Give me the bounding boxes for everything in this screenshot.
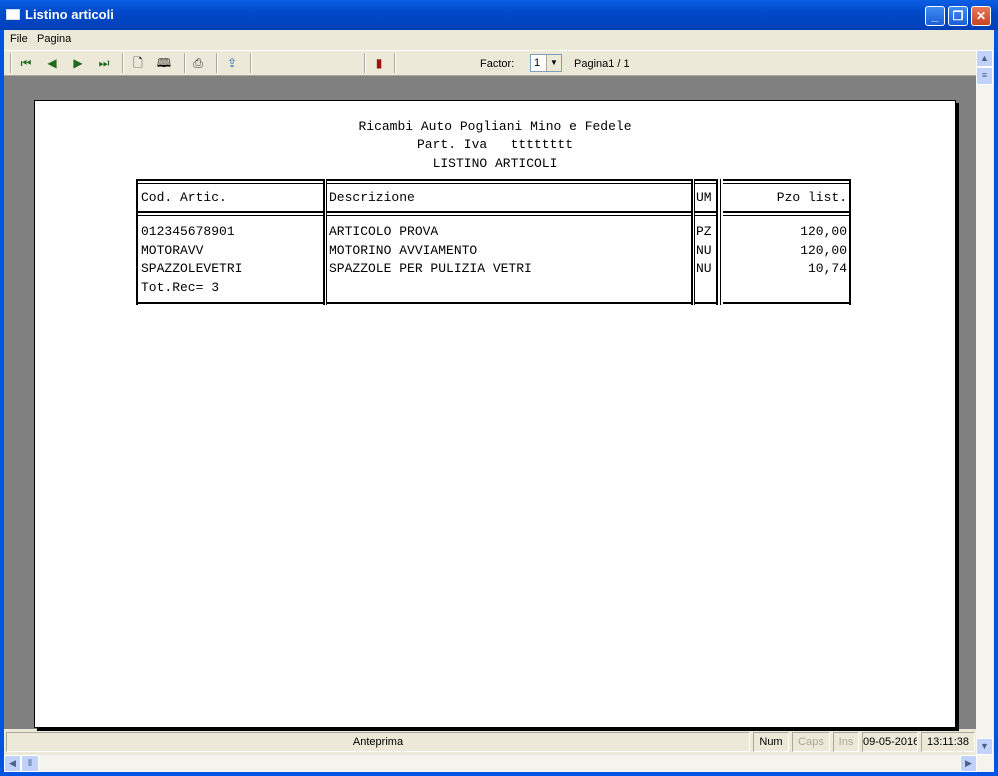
toolbar-grip [10, 53, 12, 73]
toolbar-separator [364, 53, 366, 73]
table-rule [327, 183, 691, 184]
menu-bar: File Pagina [4, 30, 994, 50]
cell-price: 120,00 [800, 224, 847, 239]
print-preview-area: Ricambi Auto Pogliani Mino e Fedele Part… [4, 76, 976, 729]
status-bar: Anteprima Num Caps Ins 09-05-2016 13:11:… [4, 729, 976, 755]
single-page-icon[interactable]: 🗋 [130, 55, 146, 71]
next-page-icon[interactable]: ▶ [70, 55, 86, 71]
scroll-right-icon[interactable]: ▶ [960, 755, 977, 772]
horizontal-scrollbar[interactable]: ◀ ⦀ ▶ [4, 755, 994, 772]
scroll-left-icon[interactable]: ◀ [4, 755, 21, 772]
table-rule [723, 179, 849, 181]
toolbar-separator [250, 53, 252, 73]
factor-value: 1 [534, 57, 541, 69]
cell-description: MOTORINO AVVIAMENTO [329, 243, 478, 258]
table-rule [720, 179, 721, 305]
scroll-down-icon[interactable]: ▼ [976, 738, 993, 755]
table-rule [326, 179, 327, 305]
cell-um: NU [696, 261, 712, 276]
print-icon[interactable]: ⎙ [190, 55, 206, 71]
report-page: Ricambi Auto Pogliani Mino e Fedele Part… [34, 100, 956, 728]
table-rule [138, 215, 323, 216]
two-pages-icon[interactable]: 🕮 [156, 55, 172, 71]
status-mode: Anteprima [6, 732, 750, 752]
window-title: Listino articoli [25, 7, 114, 22]
report-title: LISTINO ARTICOLI [432, 156, 558, 171]
scroll-thumb[interactable]: ≡ [976, 67, 993, 85]
column-header-code: Cod. Artic. [141, 190, 227, 205]
factor-label: Factor: [480, 58, 515, 70]
first-page-icon[interactable]: ⏮ [18, 55, 34, 71]
status-date: 09-05-2016 [862, 732, 918, 752]
export-icon[interactable]: ⇪ [224, 55, 240, 71]
table-rule [138, 183, 323, 184]
cell-price: 120,00 [800, 243, 847, 258]
table-rule [723, 302, 849, 304]
table-rule [695, 215, 716, 216]
table-rule [723, 215, 849, 216]
cell-code: MOTORAVV [141, 243, 204, 258]
application-window: Listino articoli _ ❐ ✕ File Pagina ⏮ ◀ ▶… [0, 0, 998, 776]
cell-um: PZ [696, 224, 712, 239]
status-time: 13:11:38 [921, 732, 975, 752]
factor-select[interactable]: 1 ▼ [530, 54, 562, 72]
status-num: Num [753, 732, 789, 752]
page-indicator: Pagina1 / 1 [574, 58, 630, 70]
report-company: Ricambi Auto Pogliani Mino e Fedele [358, 119, 632, 134]
scroll-thumb[interactable]: ⦀ [21, 755, 39, 772]
column-header-price: Pzo list. [776, 190, 847, 205]
scroll-up-icon[interactable]: ▲ [976, 50, 993, 67]
cell-price: 10,74 [807, 261, 847, 276]
column-header-um: UM [696, 190, 712, 205]
toolbar-separator [216, 53, 218, 73]
table-rule [136, 179, 138, 305]
cell-description: ARTICOLO PROVA [329, 224, 439, 239]
table-rule [138, 302, 323, 304]
minimize-button[interactable]: _ [925, 6, 945, 26]
table-rule [327, 302, 691, 304]
table-rule [138, 179, 323, 181]
table-rule [327, 179, 691, 181]
table-rule [695, 183, 716, 184]
previous-page-icon[interactable]: ◀ [44, 55, 60, 71]
toolbar-separator [394, 53, 396, 73]
table-rule [327, 211, 691, 213]
table-rule [694, 179, 695, 305]
toolbar-separator [184, 53, 186, 73]
column-header-description: Descrizione [329, 190, 415, 205]
exit-door-icon[interactable]: ▮ [371, 55, 387, 71]
cell-description: SPAZZOLE PER PULIZIA VETRI [329, 261, 532, 276]
menu-pagina[interactable]: Pagina [37, 33, 71, 45]
table-rule [695, 179, 716, 181]
table-rule [849, 179, 851, 305]
status-ins: Ins [833, 732, 859, 752]
cell-um: NU [696, 243, 712, 258]
table-rule [723, 211, 849, 213]
client-area: File Pagina ⏮ ◀ ▶ ⏭ 🗋 🕮 ⎙ ⇪ ▮ Factor: 1 … [4, 30, 994, 772]
table-rule [327, 215, 691, 216]
vertical-scrollbar[interactable]: ▲ ≡ ▼ [976, 50, 993, 755]
table-rule [695, 302, 716, 304]
title-bar[interactable]: Listino articoli _ ❐ ✕ [0, 0, 998, 30]
table-rule [138, 211, 323, 213]
restore-button[interactable]: ❐ [948, 6, 968, 26]
status-caps: Caps [792, 732, 830, 752]
table-rule [695, 211, 716, 213]
total-records: Tot.Rec= 3 [141, 280, 220, 295]
menu-file[interactable]: File [10, 33, 28, 45]
table-rule [323, 179, 325, 305]
cell-code: 012345678901 [141, 224, 235, 239]
toolbar: ⏮ ◀ ▶ ⏭ 🗋 🕮 ⎙ ⇪ ▮ Factor: 1 ▼ Pagina1 / … [4, 50, 976, 76]
table-rule [691, 179, 693, 305]
toolbar-separator [122, 53, 124, 73]
close-button[interactable]: ✕ [971, 6, 991, 26]
last-page-icon[interactable]: ⏭ [96, 55, 112, 71]
window-icon[interactable] [6, 9, 20, 20]
report-vat: Part. Iva tttttttt [416, 137, 574, 152]
cell-code: SPAZZOLEVETRI [141, 261, 243, 276]
table-rule [716, 179, 718, 305]
table-rule [723, 183, 849, 184]
chevron-down-icon[interactable]: ▼ [546, 55, 561, 71]
